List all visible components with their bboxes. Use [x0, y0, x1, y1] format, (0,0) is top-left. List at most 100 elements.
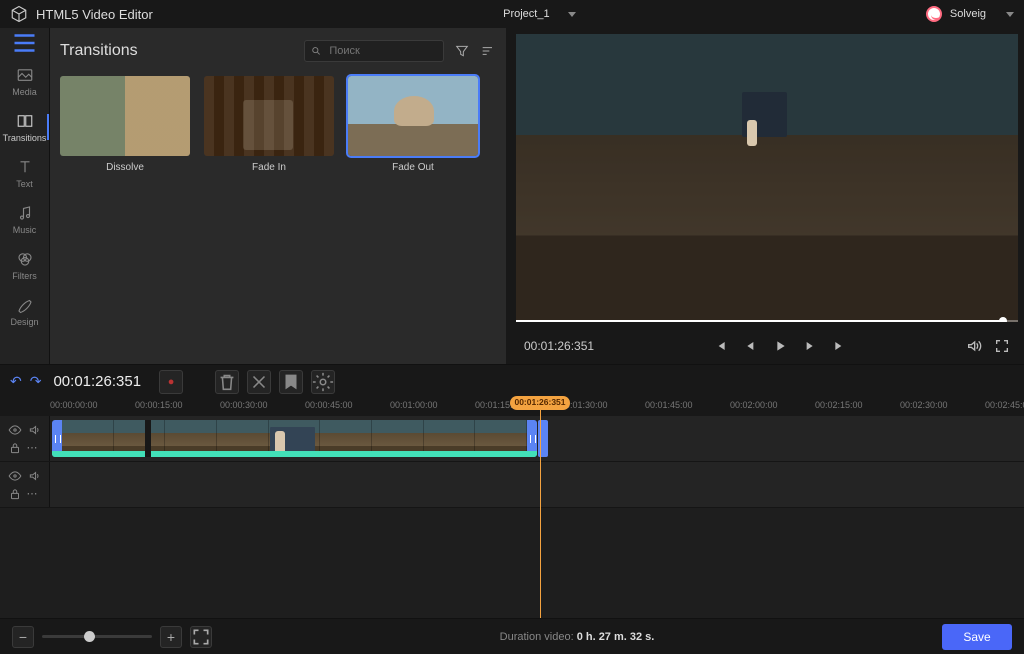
- chevron-down-icon: [568, 12, 576, 17]
- zoom-out-button[interactable]: −: [12, 626, 34, 648]
- avatar-icon: [926, 6, 942, 22]
- track-visibility-toggle[interactable]: [7, 423, 23, 437]
- media-icon: [16, 66, 34, 84]
- chevron-down-icon: [1006, 12, 1014, 17]
- transitions-icon: [16, 112, 34, 130]
- track-mute-toggle[interactable]: [27, 469, 43, 483]
- panel-title: Transitions: [60, 42, 304, 60]
- ruler-tick: 00:01:30:00: [560, 400, 645, 410]
- search-input[interactable]: [327, 44, 437, 58]
- project-name: Project_1: [503, 8, 549, 20]
- ruler-tick: 00:02:45:00: [985, 400, 1024, 410]
- track-lock-toggle[interactable]: [7, 441, 23, 455]
- transition-fade-out[interactable]: Fade Out: [348, 76, 478, 173]
- design-icon: [16, 296, 34, 314]
- track-video-2: ⋯: [0, 462, 1024, 508]
- sidebar-item-label: Media: [12, 87, 37, 97]
- sidebar-item-media[interactable]: Media: [0, 58, 49, 104]
- settings-button[interactable]: [311, 370, 335, 394]
- step-forward-button[interactable]: [802, 338, 818, 354]
- transition-label: Fade Out: [392, 162, 434, 173]
- timeline-toolbar: ↶ ↷ 00:01:26:351 ●: [0, 364, 1024, 398]
- timeline[interactable]: 00:00:00:0000:00:15:0000:00:30:0000:00:4…: [0, 398, 1024, 618]
- track-head: ⋯: [0, 416, 50, 461]
- sidebar-item-label: Transitions: [3, 133, 47, 143]
- timeline-ruler[interactable]: 00:00:00:0000:00:15:0000:00:30:0000:00:4…: [0, 398, 1024, 416]
- sidebar-item-label: Music: [13, 225, 37, 235]
- ruler-tick: 00:00:15:00: [135, 400, 220, 410]
- transition-dissolve[interactable]: Dissolve: [60, 76, 190, 173]
- filters-icon: [16, 250, 34, 268]
- sidebar-item-filters[interactable]: Filters: [0, 242, 49, 288]
- sidebar-item-label: Text: [16, 179, 33, 189]
- zoom-in-button[interactable]: +: [160, 626, 182, 648]
- transition-fade-in[interactable]: Fade In: [204, 76, 334, 173]
- track-mute-toggle[interactable]: [27, 423, 43, 437]
- user-name: Solveig: [950, 8, 986, 20]
- transition-label: Dissolve: [106, 162, 144, 173]
- split-button[interactable]: [247, 370, 271, 394]
- ruler-tick: 00:02:00:00: [730, 400, 815, 410]
- preview-scrubber[interactable]: [516, 320, 1018, 322]
- sidebar-item-design[interactable]: Design: [0, 288, 49, 334]
- transition-marker[interactable]: [538, 420, 548, 457]
- step-back-button[interactable]: [742, 338, 758, 354]
- clip-handle-right[interactable]: [527, 420, 537, 457]
- search-box[interactable]: [304, 40, 444, 62]
- track-head: ⋯: [0, 462, 50, 507]
- ruler-tick: 00:01:00:00: [390, 400, 475, 410]
- ruler-tick: 00:01:15:00: [475, 400, 560, 410]
- sidebar: Media Transitions Text Music Filters Des…: [0, 28, 50, 364]
- bottom-bar: − + Duration video: 0 h. 27 m. 32 s. Sav…: [0, 618, 1024, 654]
- filter-icon[interactable]: [454, 43, 470, 59]
- track-more-button[interactable]: ⋯: [27, 487, 43, 501]
- sort-icon[interactable]: [480, 43, 496, 59]
- ruler-tick: 00:00:30:00: [220, 400, 305, 410]
- sidebar-item-music[interactable]: Music: [0, 196, 49, 242]
- sidebar-item-text[interactable]: Text: [0, 150, 49, 196]
- track-more-button[interactable]: ⋯: [27, 441, 43, 455]
- sidebar-item-label: Filters: [12, 271, 37, 281]
- marker-button[interactable]: [279, 370, 303, 394]
- ruler-tick: 00:02:30:00: [900, 400, 985, 410]
- transition-thumb: [204, 76, 334, 156]
- track-lock-toggle[interactable]: [7, 487, 23, 501]
- delete-button[interactable]: [215, 370, 239, 394]
- preview-time: 00:01:26:351: [524, 339, 594, 353]
- app-title: HTML5 Video Editor: [36, 7, 153, 22]
- transition-thumb: [348, 76, 478, 156]
- record-button[interactable]: ●: [159, 370, 183, 394]
- sidebar-item-label: Design: [10, 317, 38, 327]
- clip-handle-left[interactable]: [52, 420, 62, 457]
- redo-button[interactable]: ↷: [30, 373, 42, 390]
- undo-button[interactable]: ↶: [10, 373, 22, 390]
- duration-display: Duration video: 0 h. 27 m. 32 s.: [212, 631, 942, 643]
- ruler-tick: 00:00:45:00: [305, 400, 390, 410]
- preview-pane: 00:01:26:351: [510, 28, 1024, 364]
- track-video-1: ⋯: [0, 416, 1024, 462]
- sidebar-item-transitions[interactable]: Transitions: [0, 104, 49, 150]
- timeline-time: 00:01:26:351: [53, 373, 141, 390]
- user-menu[interactable]: Solveig: [926, 6, 1014, 22]
- music-icon: [16, 204, 34, 222]
- text-icon: [16, 158, 34, 176]
- preview-video[interactable]: [516, 34, 1018, 322]
- transition-label: Fade In: [252, 162, 286, 173]
- project-dropdown[interactable]: Project_1: [503, 8, 575, 20]
- search-icon: [311, 45, 321, 57]
- save-button[interactable]: Save: [942, 624, 1012, 650]
- sidebar-toggle[interactable]: [0, 28, 49, 58]
- prev-frame-button[interactable]: [712, 338, 728, 354]
- zoom-slider[interactable]: [42, 635, 152, 638]
- ruler-tick: 00:01:45:00: [645, 400, 730, 410]
- fullscreen-button[interactable]: [994, 338, 1010, 354]
- track-visibility-toggle[interactable]: [7, 469, 23, 483]
- next-frame-button[interactable]: [832, 338, 848, 354]
- zoom-fit-button[interactable]: [190, 626, 212, 648]
- ruler-tick: 00:00:00:00: [50, 400, 135, 410]
- video-clip[interactable]: [52, 420, 537, 457]
- play-button[interactable]: [772, 338, 788, 354]
- volume-button[interactable]: [966, 338, 982, 354]
- top-bar: HTML5 Video Editor Project_1 Solveig: [0, 0, 1024, 28]
- ruler-tick: 00:02:15:00: [815, 400, 900, 410]
